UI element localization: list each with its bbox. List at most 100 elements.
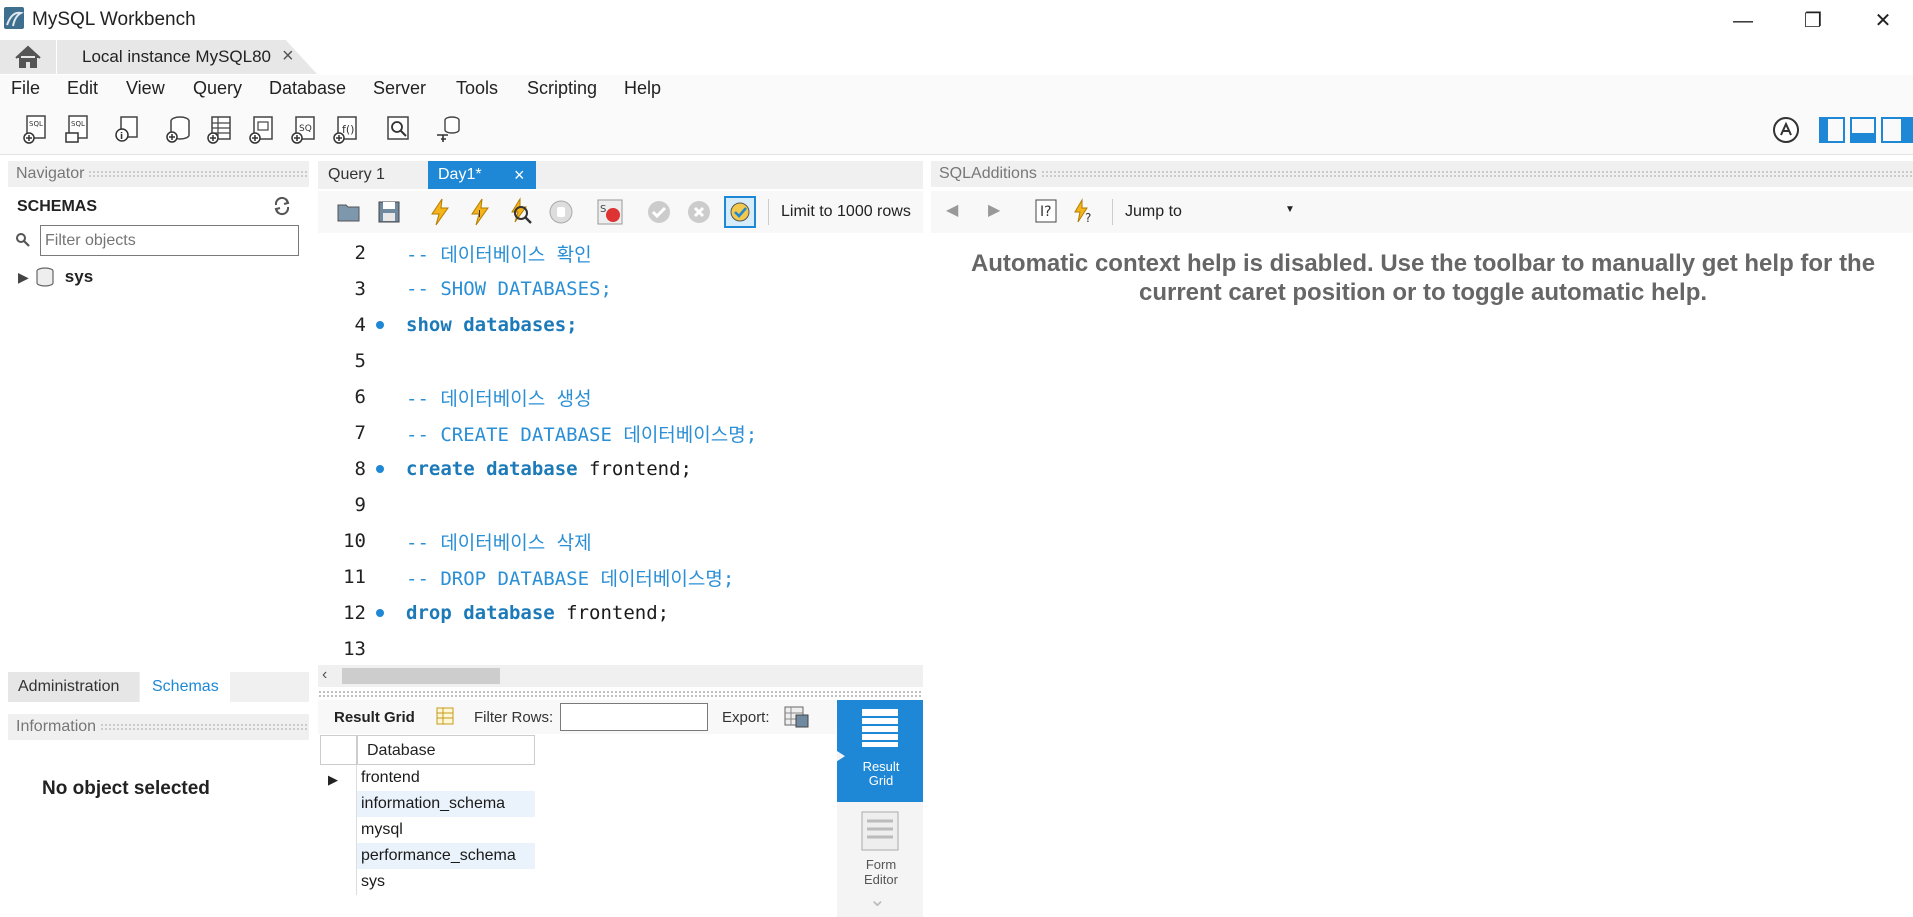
- minimize-button[interactable]: —: [1726, 8, 1760, 34]
- reconnect-icon[interactable]: [432, 113, 464, 145]
- expand-arrow-icon[interactable]: ▶: [18, 269, 29, 286]
- grid-column-header[interactable]: Database: [357, 735, 535, 765]
- menu-server[interactable]: Server: [373, 78, 426, 99]
- menu-help[interactable]: Help: [624, 78, 661, 99]
- home-button[interactable]: [0, 40, 56, 74]
- code-text: -- 데이터베이스 삭제: [406, 528, 592, 555]
- save-icon[interactable]: [376, 199, 402, 225]
- statement-marker-icon: [376, 285, 384, 293]
- table-row[interactable]: sys: [357, 869, 535, 895]
- menu-database[interactable]: Database: [269, 78, 346, 99]
- filter-rows-input[interactable]: [560, 703, 708, 731]
- close-window-button[interactable]: ✕: [1866, 8, 1900, 34]
- refresh-schemas-icon[interactable]: [272, 196, 292, 216]
- back-arrow-icon[interactable]: ◀: [946, 200, 958, 220]
- connection-tab-close-icon[interactable]: ×: [282, 45, 294, 68]
- create-schema-icon[interactable]: [162, 113, 194, 145]
- sql-additions-header: SQLAdditions: [931, 161, 1913, 187]
- create-view-icon[interactable]: [246, 113, 278, 145]
- create-procedure-icon[interactable]: SQ: [288, 113, 320, 145]
- home-icon: [15, 45, 41, 68]
- rollback-icon[interactable]: [686, 199, 712, 225]
- create-table-icon[interactable]: [204, 113, 236, 145]
- jump-to-select[interactable]: Jump to ▼: [1112, 199, 1300, 225]
- inspector-icon[interactable]: i: [112, 113, 144, 145]
- line-number: 11: [343, 566, 366, 588]
- scrollbar-thumb[interactable]: [342, 668, 500, 684]
- stop-icon[interactable]: [548, 199, 574, 225]
- autocommit-icon[interactable]: [724, 196, 756, 228]
- export-icon[interactable]: [784, 705, 810, 729]
- sql-editor[interactable]: 2 -- 데이터베이스 확인 3 -- SHOW DATABASES; 4 show da…: [318, 235, 923, 665]
- tab-administration[interactable]: Administration: [8, 672, 139, 702]
- create-function-icon[interactable]: f(): [330, 113, 362, 145]
- search-table-data-icon[interactable]: [382, 113, 414, 145]
- menu-view[interactable]: View: [126, 78, 165, 99]
- code-text: -- SHOW DATABASES;: [406, 278, 612, 300]
- menu-file[interactable]: File: [11, 78, 40, 99]
- manual-help-icon[interactable]: I?: [1034, 198, 1058, 224]
- table-row[interactable]: information_schema: [357, 791, 535, 817]
- scroll-left-icon[interactable]: ‹: [322, 666, 327, 684]
- restore-button[interactable]: ❐: [1796, 8, 1830, 34]
- result-grid-toggle-icon[interactable]: [435, 706, 455, 726]
- table-cell: sys: [361, 873, 385, 890]
- table-row[interactable]: performance_schema: [357, 843, 535, 869]
- forward-arrow-icon[interactable]: ▶: [988, 200, 1000, 220]
- code-text: -- CREATE DATABASE 데이터베이스명;: [406, 420, 757, 447]
- menu-query[interactable]: Query: [193, 78, 242, 99]
- toggle-secondary-sidebar-icon[interactable]: [1881, 117, 1913, 143]
- line-number: 7: [354, 422, 366, 444]
- execute-icon[interactable]: [426, 197, 454, 227]
- horizontal-scrollbar[interactable]: ‹: [318, 665, 923, 687]
- code-token: frontend;: [566, 602, 670, 624]
- toggle-output-icon[interactable]: [1850, 117, 1876, 143]
- accessibility-icon[interactable]: [1773, 117, 1799, 143]
- tab-schemas-label: Schemas: [152, 678, 219, 695]
- tab-day1[interactable]: Day1* ×: [428, 161, 536, 189]
- result-grid-label[interactable]: Result Grid: [334, 709, 415, 726]
- code-token: ;: [566, 314, 578, 336]
- code-line: 11 -- DROP DATABASE 데이터베이스명;: [318, 559, 923, 595]
- schema-tree-item-sys[interactable]: ▶ sys: [18, 265, 93, 289]
- code-token: frontend;: [589, 458, 692, 480]
- scroll-down-icon[interactable]: ⌄: [869, 887, 886, 912]
- limit-rows-select[interactable]: Limit to 1000 rows: [768, 199, 918, 225]
- menu-edit[interactable]: Edit: [67, 78, 98, 99]
- connection-tab[interactable]: Local instance MySQL80 ×: [57, 40, 317, 74]
- code-token: -- 데이터베이스 삭제: [406, 531, 592, 554]
- line-number: 10: [343, 530, 366, 552]
- code-text: -- 데이터베이스 확인: [406, 240, 592, 267]
- tab-administration-label: Administration: [18, 678, 120, 695]
- grid-row-gutter: [320, 765, 357, 895]
- open-file-icon[interactable]: [336, 199, 362, 225]
- title-bar: [0, 0, 1913, 40]
- menu-tools[interactable]: Tools: [456, 78, 498, 99]
- grid-column-header-label: Database: [367, 742, 436, 759]
- results-splitter[interactable]: [318, 690, 923, 698]
- tab-day1-close-icon[interactable]: ×: [514, 161, 525, 189]
- statement-marker-icon: [376, 465, 384, 473]
- toggle-error-stop-icon[interactable]: S: [596, 198, 624, 226]
- toggle-sidebar-icon[interactable]: [1819, 117, 1845, 143]
- connection-tab-label: Local instance MySQL80: [82, 47, 271, 66]
- database-icon: [36, 267, 54, 287]
- side-result-grid-button[interactable]: Result Grid: [837, 700, 923, 802]
- code-text: drop database frontend;: [406, 602, 669, 624]
- open-sql-script-icon[interactable]: SQL: [62, 113, 94, 145]
- information-title: Information: [16, 718, 97, 735]
- new-sql-tab-icon[interactable]: SQL: [20, 113, 52, 145]
- auto-help-icon[interactable]: ?: [1072, 198, 1098, 226]
- explain-icon[interactable]: [506, 197, 534, 227]
- menu-scripting[interactable]: Scripting: [527, 78, 597, 99]
- table-row[interactable]: frontend: [357, 765, 535, 791]
- filter-objects-input[interactable]: [40, 225, 299, 256]
- table-row[interactable]: mysql: [357, 817, 535, 843]
- side-form-editor-button[interactable]: Form Editor ⌄: [837, 805, 923, 911]
- tab-schemas[interactable]: Schemas: [140, 672, 230, 702]
- tab-query-1[interactable]: Query 1: [318, 161, 426, 189]
- commit-icon[interactable]: [646, 199, 672, 225]
- execute-current-icon[interactable]: I: [466, 197, 494, 227]
- svg-text:f(): f(): [342, 123, 354, 136]
- statement-marker-icon: [376, 393, 384, 401]
